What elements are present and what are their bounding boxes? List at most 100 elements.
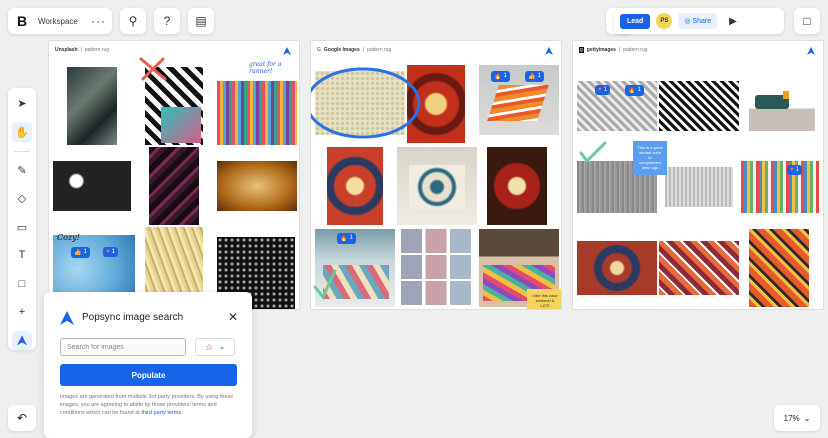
sticky-note-icon[interactable]: ▭	[12, 217, 32, 236]
image[interactable]	[217, 161, 297, 211]
heart-icon: ♥	[598, 87, 602, 93]
handwritten-note: Cozy!	[57, 233, 80, 242]
image[interactable]	[145, 227, 203, 297]
reaction-badge[interactable]: 🔥 1	[491, 71, 510, 82]
workspace-bar: B Workspace ···	[8, 8, 112, 34]
fire-icon: 🔥	[628, 88, 636, 94]
image[interactable]	[401, 229, 471, 307]
sticky-note[interactable]: This is a great neutral color to complem…	[633, 141, 667, 175]
frame-source: gettyimages	[586, 47, 616, 53]
disclaimer-suffix: .	[181, 410, 183, 416]
globe-icon: ◎	[684, 18, 691, 25]
pencil-icon[interactable]: ✎	[12, 161, 32, 180]
badge-count: 1	[537, 73, 541, 79]
cross-mark	[139, 57, 167, 81]
frame-source: Google Images	[323, 47, 360, 53]
image[interactable]	[577, 241, 657, 295]
check-mark	[313, 269, 337, 300]
frame-header: g gettyimages | pattern rug	[579, 47, 648, 53]
popsync-icon[interactable]	[12, 330, 32, 351]
check-mark	[579, 141, 607, 164]
image[interactable]	[659, 81, 739, 131]
frame-icon[interactable]: □	[12, 274, 32, 293]
thumbs-up-icon: 👍	[74, 250, 82, 256]
image[interactable]	[749, 81, 815, 131]
frame-header: G Google Images | pattern rug	[317, 47, 392, 53]
provider-select[interactable]: ☆ ⌄	[195, 338, 235, 356]
search-icon: ⚲	[128, 14, 138, 28]
image[interactable]	[397, 147, 477, 225]
image[interactable]	[67, 67, 117, 145]
image[interactable]	[741, 161, 819, 213]
sticky-note[interactable]: I like this color scheme! A LOT!	[527, 289, 561, 309]
avatar[interactable]: PS	[656, 13, 673, 29]
image[interactable]	[217, 81, 297, 145]
fire-icon: 🔥	[340, 236, 348, 242]
plus-icon[interactable]: +	[12, 302, 32, 321]
frame-query: pattern rug	[367, 47, 392, 53]
frame-unsplash[interactable]: Unsplash | pattern rug great for a runne…	[48, 40, 300, 310]
lead-button[interactable]: Lead	[620, 13, 651, 29]
highlight-circle	[311, 67, 421, 139]
reaction-badge[interactable]: ♥ 1	[787, 165, 802, 175]
zoom-control[interactable]: 17% ⌄	[774, 405, 820, 431]
present-icon: ▤	[195, 14, 207, 28]
undo-icon: ↶	[16, 411, 28, 425]
reaction-badge[interactable]: 👍 1	[525, 71, 544, 82]
reaction-badge[interactable]: 👍 1	[71, 247, 90, 258]
help-button[interactable]: ?	[154, 8, 180, 34]
more-options-button[interactable]: ···	[91, 14, 106, 28]
frame-query: pattern rug	[623, 47, 648, 53]
help-icon: ?	[163, 14, 171, 28]
image[interactable]	[665, 167, 733, 207]
share-button[interactable]: ◎ Share	[678, 13, 718, 29]
shapes-icon[interactable]: ◇	[12, 189, 32, 208]
frame-header: Unsplash | pattern rug	[55, 47, 110, 53]
badge-count: 1	[503, 73, 507, 79]
reaction-badge[interactable]: 🔥 1	[625, 85, 644, 96]
frame-google-images[interactable]: G Google Images | pattern rug 🔥 1 👍 1 🔥 1 I …	[310, 40, 562, 310]
thumbs-up-icon: 👍	[528, 74, 536, 80]
third-party-terms-link[interactable]: third party terms	[141, 410, 181, 416]
close-icon[interactable]: ✕	[228, 310, 238, 324]
image[interactable]	[53, 161, 131, 211]
video-icon[interactable]: ▶	[729, 16, 737, 27]
populate-button[interactable]: Populate	[60, 364, 237, 386]
hand-icon[interactable]: ✋	[12, 122, 32, 142]
reaction-badge[interactable]: ♥ 1	[595, 85, 610, 95]
badge-count: 1	[83, 249, 87, 255]
popsync-icon	[60, 311, 74, 325]
reaction-badge[interactable]: ♥ 1	[103, 247, 118, 257]
cursor-icon[interactable]: ➤	[12, 94, 32, 113]
image[interactable]	[149, 147, 199, 225]
frame-source: Unsplash	[55, 47, 78, 53]
present-button[interactable]: ▤	[188, 8, 214, 34]
tool-panel: ➤ ✋ ✎ ◇ ▭ T □ +	[8, 88, 36, 351]
search-button[interactable]: ⚲	[120, 8, 146, 34]
app-logo[interactable]: B	[14, 13, 30, 29]
badge-count: 1	[637, 87, 641, 93]
heart-icon: ♥	[106, 249, 110, 255]
reaction-badge[interactable]: 🔥 1	[337, 233, 356, 244]
zoom-level: 17%	[783, 413, 800, 423]
image[interactable]	[577, 81, 657, 131]
chevron-down-icon: ⌄	[803, 413, 811, 423]
frame-gettyimages[interactable]: g gettyimages | pattern rug This is a gre…	[572, 40, 824, 310]
badge-count: 1	[111, 249, 115, 255]
popsync-icon	[807, 47, 815, 55]
chat-button[interactable]: □	[794, 8, 820, 34]
text-icon[interactable]: T	[12, 246, 32, 265]
undo-button[interactable]: ↶	[8, 405, 36, 431]
image-search-panel: Popsync image search ✕ ☆⌄ Populate Image…	[44, 292, 252, 438]
workspace-name[interactable]: Workspace	[38, 17, 78, 26]
collab-bar: Lead PS ◎ Share ▶	[614, 8, 784, 34]
image[interactable]	[327, 147, 383, 225]
share-label: Share	[692, 18, 712, 25]
image[interactable]	[487, 147, 547, 225]
badge-count: 1	[795, 167, 799, 173]
image[interactable]	[749, 229, 809, 307]
badge-count: 1	[349, 235, 353, 241]
image[interactable]	[659, 241, 739, 295]
chat-icon: □	[803, 14, 811, 28]
search-input[interactable]	[60, 338, 186, 356]
